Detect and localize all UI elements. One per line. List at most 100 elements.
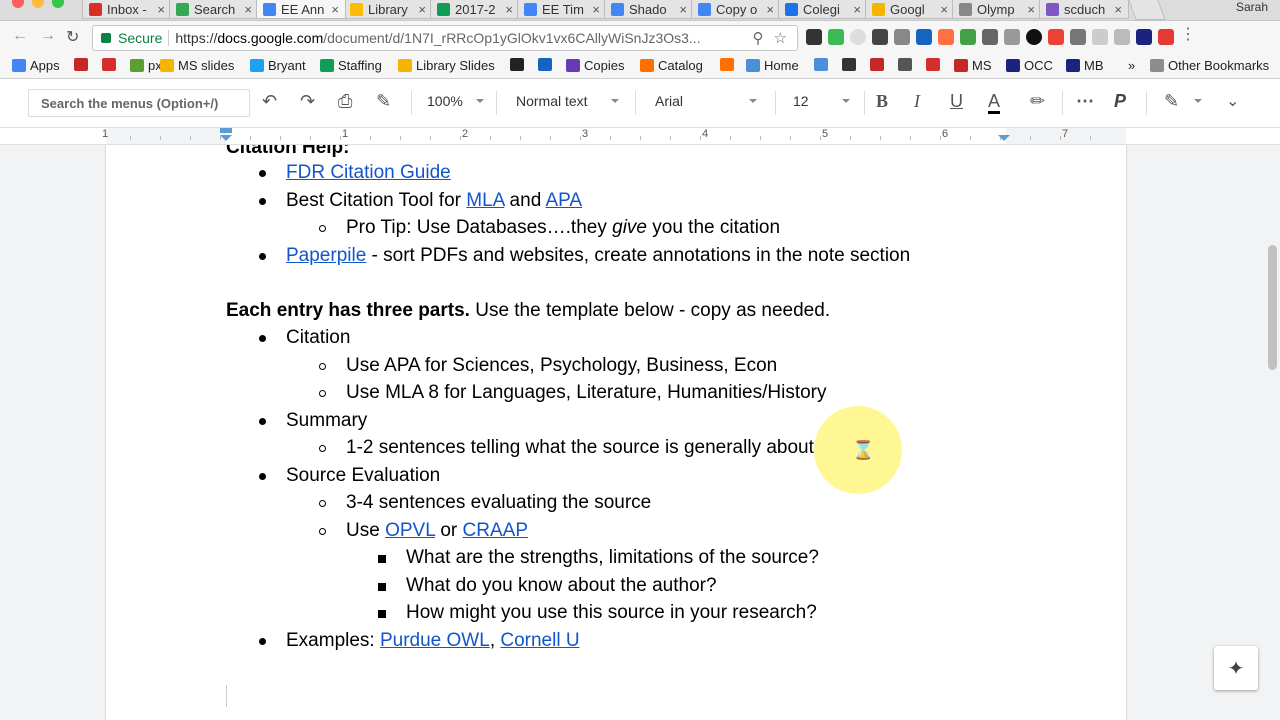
extension-tag-icon[interactable] [938, 29, 954, 45]
tab-close-icon[interactable]: × [331, 2, 339, 17]
menu-search-input[interactable]: Search the menus (Option+/) [28, 89, 250, 117]
bookmark-item[interactable] [842, 58, 860, 71]
tab-close-icon[interactable]: × [1114, 2, 1122, 17]
tab-close-icon[interactable]: × [505, 2, 513, 17]
extension-cast-icon[interactable] [1092, 29, 1108, 45]
bookmark-item[interactable] [870, 58, 888, 71]
extension-book-icon[interactable] [916, 29, 932, 45]
document-scrollbar[interactable] [1268, 245, 1277, 370]
opvl-link[interactable]: OPVL [385, 520, 435, 541]
redo-icon[interactable]: ↷ [300, 91, 315, 112]
star-icon[interactable]: ☆ [774, 29, 787, 47]
tab-close-icon[interactable]: × [418, 2, 426, 17]
bookmark-item[interactable] [926, 58, 944, 71]
extension-save-icon[interactable] [960, 29, 976, 45]
extension-cc-icon[interactable] [982, 29, 998, 45]
bookmark-item[interactable]: Library Slides [398, 58, 495, 73]
browser-tab[interactable]: Search × [169, 0, 259, 19]
font-size-dropdown[interactable]: 12 [793, 93, 809, 109]
extension-green-icon[interactable] [828, 29, 844, 45]
bookmark-item[interactable]: MS slides [160, 58, 234, 73]
browser-tab[interactable]: Shado × [604, 0, 694, 19]
paperpile-icon[interactable]: P [1114, 91, 1126, 112]
craap-link[interactable]: CRAAP [463, 520, 528, 541]
italic-button[interactable]: I [914, 91, 920, 112]
underline-button[interactable]: U [950, 91, 963, 112]
bookmark-item[interactable]: Apps [12, 58, 60, 73]
undo-icon[interactable]: ↶ [262, 91, 277, 112]
extension-camera-icon[interactable] [1004, 29, 1020, 45]
more-icon[interactable]: ⋯ [1076, 91, 1094, 112]
bookmark-item[interactable]: Staffing [320, 58, 382, 73]
other-bookmarks-folder[interactable]: Other Bookmarks [1150, 58, 1269, 73]
back-icon[interactable]: ← [12, 27, 28, 45]
font-dropdown[interactable]: Arial [655, 93, 683, 109]
maximize-window-button[interactable] [52, 0, 64, 8]
browser-tab[interactable]: Googl × [865, 0, 955, 19]
extension-home-icon[interactable] [1048, 29, 1064, 45]
collapse-toolbar-icon[interactable]: ⌄ [1226, 91, 1239, 111]
tab-close-icon[interactable]: × [157, 2, 165, 17]
forward-icon[interactable]: → [40, 27, 56, 45]
browser-tab[interactable]: Colegi × [778, 0, 868, 19]
bookmark-item[interactable]: Home [746, 58, 799, 73]
style-dropdown[interactable]: Normal text [516, 93, 588, 109]
bookmark-item[interactable] [814, 58, 832, 71]
omnibox[interactable]: Secure https://docs.google.com/document/… [92, 25, 798, 51]
browser-tab[interactable]: EE Tim × [517, 0, 607, 19]
apa-link[interactable]: APA [546, 190, 583, 211]
extension-g-icon[interactable] [1026, 29, 1042, 45]
extension-film-icon[interactable] [872, 29, 888, 45]
tab-close-icon[interactable]: × [940, 2, 948, 17]
browser-tab[interactable]: EE Ann × [256, 0, 346, 19]
profile-name[interactable]: Sarah [1236, 0, 1268, 14]
fdr-citation-link[interactable]: FDR Citation Guide [286, 162, 451, 183]
bookmark-item[interactable]: MB [1066, 58, 1104, 73]
extension-screen-icon[interactable] [1114, 29, 1130, 45]
extension-d-icon[interactable] [1136, 29, 1152, 45]
browser-tab[interactable]: Copy o × [691, 0, 781, 19]
paperpile-link[interactable]: Paperpile [286, 245, 366, 266]
paint-format-icon[interactable]: ✎ [376, 91, 391, 112]
bookmarks-overflow-button[interactable]: » [1128, 58, 1135, 73]
close-window-button[interactable] [12, 0, 24, 8]
bookmark-item[interactable] [102, 58, 120, 71]
tab-close-icon[interactable]: × [853, 2, 861, 17]
browser-tab[interactable]: Inbox - × [82, 0, 172, 19]
tab-close-icon[interactable]: × [766, 2, 774, 17]
highlight-icon[interactable]: ✏ [1030, 91, 1045, 112]
print-icon[interactable]: ⎙ [338, 91, 352, 112]
bold-button[interactable]: B [876, 91, 888, 112]
bookmark-item[interactable] [74, 58, 92, 71]
url-text[interactable]: https://docs.google.com/document/d/1N7I_… [175, 30, 752, 46]
tab-close-icon[interactable]: × [592, 2, 600, 17]
bookmark-item[interactable]: Bryant [250, 58, 306, 73]
zoom-dropdown[interactable]: 100% [427, 93, 463, 109]
bookmark-item[interactable]: px [130, 58, 162, 73]
browser-tab[interactable]: 2017-2 × [430, 0, 520, 19]
bookmark-item[interactable]: OCC [1006, 58, 1053, 73]
first-line-indent-marker[interactable] [220, 128, 232, 133]
right-indent-marker[interactable] [998, 135, 1010, 141]
tab-close-icon[interactable]: × [1027, 2, 1035, 17]
bookmark-item[interactable] [898, 58, 916, 71]
browser-tab[interactable]: Olymp × [952, 0, 1042, 19]
browser-tab[interactable]: scduch × [1039, 0, 1129, 19]
ruler[interactable]: 1 1 2 3 4 5 6 7 [0, 128, 1280, 145]
tab-close-icon[interactable]: × [679, 2, 687, 17]
minimize-window-button[interactable] [32, 0, 44, 8]
bookmark-item[interactable] [510, 58, 528, 71]
tab-close-icon[interactable]: × [244, 2, 252, 17]
new-tab-button[interactable] [1128, 0, 1166, 20]
purdue-owl-link[interactable]: Purdue OWL [380, 630, 490, 651]
extension-dropper-icon[interactable] [894, 29, 910, 45]
extension-bolt-icon[interactable] [806, 29, 822, 45]
bookmark-item[interactable] [538, 58, 556, 71]
editing-mode-icon[interactable]: ✎ [1164, 91, 1179, 112]
browser-tab[interactable]: Library × [343, 0, 433, 19]
mla-link[interactable]: MLA [466, 190, 504, 211]
document-page[interactable]: Citation Help: FDR Citation Guide Best C… [106, 145, 1126, 720]
cornell-link[interactable]: Cornell U [500, 630, 579, 651]
extension-red-d-icon[interactable] [1158, 29, 1174, 45]
bookmark-item[interactable]: Copies [566, 58, 624, 73]
